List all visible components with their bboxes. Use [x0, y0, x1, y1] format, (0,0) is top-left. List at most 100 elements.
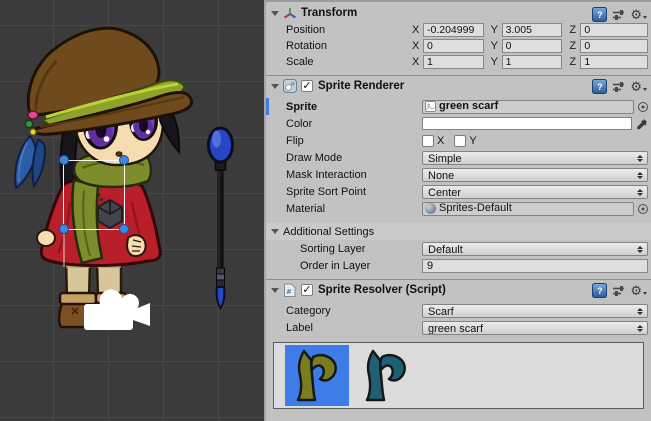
field-label: Rotation: [266, 40, 412, 52]
rotation-row: Rotation X0 Y0 Z0: [266, 38, 651, 54]
flip-y-label: Y: [469, 135, 476, 147]
transform-header[interactable]: Transform ? ⚙: [266, 4, 651, 22]
mask-interaction-row: Mask Interaction None: [266, 166, 651, 183]
sprite-thumbnail-green-scarf[interactable]: [285, 345, 349, 406]
sprite-variant-preview: [273, 342, 644, 409]
dropdown-arrow-icon: [637, 308, 643, 316]
object-picker-icon[interactable]: [638, 102, 648, 112]
field-label: Sorting Layer: [266, 243, 422, 255]
category-row: Category Scarf: [266, 302, 651, 319]
sprite-resolver-header[interactable]: # ✓ Sprite Resolver (Script) ? ⚙: [266, 280, 651, 300]
help-icon[interactable]: ?: [592, 7, 607, 22]
sprite-sort-point-row: Sprite Sort Point Center: [266, 183, 651, 200]
draw-mode-row: Draw Mode Simple: [266, 149, 651, 166]
flip-row: Flip X Y: [266, 132, 651, 149]
scale-z-input[interactable]: 1: [580, 55, 648, 69]
field-label: Order in Layer: [266, 260, 422, 272]
position-x-input[interactable]: -0.204999: [423, 23, 484, 37]
foldout-icon[interactable]: [271, 11, 279, 16]
inspector-panel: Transform ? ⚙ Position X-0.204999 Y3.: [264, 0, 651, 421]
sprite-resolver-component: # ✓ Sprite Resolver (Script) ? ⚙ Categor…: [266, 279, 651, 409]
draw-mode-dropdown[interactable]: Simple: [422, 151, 648, 165]
flip-x-checkbox[interactable]: [422, 135, 434, 147]
sprite-thumbnail-blue-scarf[interactable]: [354, 345, 418, 406]
field-label: Mask Interaction: [266, 169, 422, 181]
sprite-row: Sprite green scarf: [266, 98, 651, 115]
gear-icon[interactable]: ⚙: [630, 284, 647, 297]
material-sphere-icon: [425, 203, 436, 214]
color-row: Color: [266, 115, 651, 132]
sprite-renderer-component: ✓ Sprite Renderer ? ⚙ Sprite: [266, 75, 651, 274]
dropdown-arrow-icon: [637, 155, 643, 163]
scale-row: Scale X1 Y1 Z1: [266, 54, 651, 70]
order-in-layer-input[interactable]: 9: [422, 259, 648, 273]
foldout-icon[interactable]: [271, 288, 279, 293]
foldout-icon[interactable]: [271, 229, 279, 234]
axis-label-y: Y: [491, 24, 500, 36]
prefab-override-bar: [266, 98, 269, 115]
mask-interaction-dropdown[interactable]: None: [422, 168, 648, 182]
field-label: Sprite: [266, 101, 422, 113]
sorting-layer-row: Sorting Layer Default: [266, 240, 651, 257]
field-label: Label: [266, 322, 422, 334]
object-picker-icon[interactable]: [638, 204, 648, 214]
scene-canvas: [0, 0, 264, 421]
rotation-z-input[interactable]: 0: [580, 39, 648, 53]
component-enabled-checkbox[interactable]: ✓: [301, 80, 313, 92]
dropdown-arrow-icon: [637, 246, 643, 254]
field-label: Sprite Sort Point: [266, 186, 422, 198]
field-label: Scale: [266, 56, 412, 68]
help-icon[interactable]: ?: [592, 283, 607, 298]
axis-label-z: Z: [569, 24, 578, 36]
dropdown-arrow-icon: [637, 189, 643, 197]
sprite-renderer-icon: [283, 79, 297, 93]
magic-staff[interactable]: [209, 128, 233, 308]
sprite-object-field[interactable]: green scarf: [422, 100, 634, 114]
scale-y-input[interactable]: 1: [502, 55, 563, 69]
dropdown-arrow-icon: [637, 172, 643, 180]
order-in-layer-row: Order in Layer 9: [266, 257, 651, 274]
eyedropper-icon[interactable]: [636, 118, 648, 130]
component-title: Sprite Resolver (Script): [318, 284, 446, 296]
foldout-icon[interactable]: [271, 84, 279, 89]
position-row: Position X-0.204999 Y3.005 Z0: [266, 22, 651, 38]
label-row: Label green scarf: [266, 319, 651, 336]
transform-icon: [283, 6, 297, 20]
sprite-sort-point-dropdown[interactable]: Center: [422, 185, 648, 199]
field-label: Color: [266, 118, 422, 130]
component-enabled-checkbox[interactable]: ✓: [301, 284, 313, 296]
sorting-layer-dropdown[interactable]: Default: [422, 242, 648, 256]
rotation-x-input[interactable]: 0: [423, 39, 484, 53]
field-label: Category: [266, 305, 422, 317]
witch-girl-character[interactable]: [15, 28, 191, 327]
field-label: Flip: [266, 135, 422, 147]
material-row: Material Sprites-Default: [266, 200, 651, 217]
scene-view[interactable]: [0, 0, 264, 421]
additional-settings-foldout[interactable]: Additional Settings: [266, 223, 651, 240]
axis-label-x: X: [412, 24, 421, 36]
material-object-field[interactable]: Sprites-Default: [422, 202, 634, 216]
dropdown-arrow-icon: [637, 325, 643, 333]
gear-icon[interactable]: ⚙: [630, 8, 647, 21]
category-dropdown[interactable]: Scarf: [422, 304, 648, 318]
material-object-name: Sprites-Default: [439, 202, 512, 215]
scale-x-input[interactable]: 1: [423, 55, 484, 69]
unity-editor-window: Transform ? ⚙ Position X-0.204999 Y3.: [0, 0, 651, 421]
position-y-input[interactable]: 3.005: [502, 23, 563, 37]
color-swatch[interactable]: [422, 117, 632, 130]
position-z-input[interactable]: 0: [580, 23, 648, 37]
label-dropdown[interactable]: green scarf: [422, 321, 648, 335]
presets-icon[interactable]: [612, 9, 625, 21]
help-icon[interactable]: ?: [592, 79, 607, 94]
gear-icon[interactable]: ⚙: [630, 80, 647, 93]
component-title: Sprite Renderer: [318, 80, 404, 92]
rotation-y-input[interactable]: 0: [502, 39, 563, 53]
flip-y-checkbox[interactable]: [454, 135, 466, 147]
sprite-renderer-header[interactable]: ✓ Sprite Renderer ? ⚙: [266, 76, 651, 96]
field-label: Material: [266, 203, 422, 215]
csharp-script-icon: #: [283, 283, 296, 297]
presets-icon[interactable]: [612, 285, 625, 297]
sprite-object-name: green scarf: [439, 100, 498, 113]
flip-x-label: X: [437, 135, 444, 147]
presets-icon[interactable]: [612, 81, 625, 93]
